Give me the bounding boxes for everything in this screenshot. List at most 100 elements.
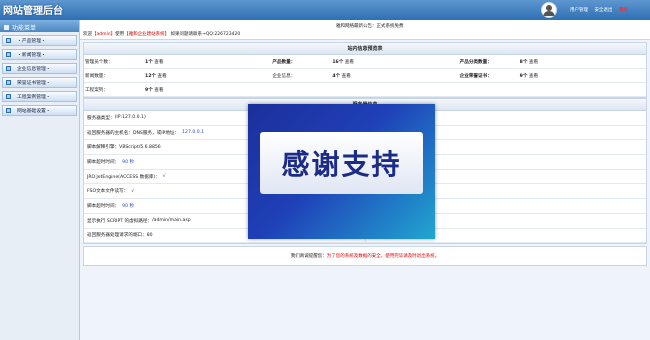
stat-value: 1个 查看 (145, 59, 163, 65)
sidebar-item-label: ・产品管理・ (17, 39, 46, 44)
header-links: 用户管理 安全退出 退出 (570, 7, 633, 13)
sidebar-item-label: ・新闻管理・ (17, 53, 46, 58)
stat-count: 1个 (145, 59, 153, 65)
sidebar-item-company-info[interactable]: 企业信息管理・ (2, 63, 77, 74)
thanks-overlay: 感谢支持 (248, 104, 435, 239)
stat-count: 4个 (332, 73, 341, 79)
sidebar-item-label: 企业信息管理・ (17, 67, 51, 72)
info-label: JRO.JetEngine(ACCESS 数据库)： (87, 174, 160, 180)
stats-cell: 管理员个数： 1个 查看 (84, 59, 271, 65)
stat-count: 12个 (145, 73, 156, 79)
stat-count: 9个 (519, 73, 528, 79)
stats-title: 站内信息预览表 (84, 43, 646, 55)
expand-icon (6, 94, 11, 99)
top-header: 网站管理后台 用户管理 安全退出 退出 (0, 0, 650, 20)
stat-count: 9个 (145, 87, 153, 93)
sidebar-item-label: 网站基础设置・ (17, 109, 51, 114)
stat-value: 9个 查看 (145, 87, 163, 93)
sidebar-header: 功能菜单 (0, 20, 79, 32)
sidebar: 功能菜单 ・产品管理・ ・新闻管理・ 企业信息管理・ 荣誉证书管理・ 工程案例管… (0, 20, 80, 340)
stat-label: 新闻数量： (85, 73, 108, 79)
sidebar-title: 功能菜单 (12, 24, 37, 32)
info-value: 80 (146, 232, 153, 238)
stat-value: 16个 查看 (332, 59, 354, 65)
user-icon (543, 5, 555, 16)
info-value: √ (162, 174, 166, 180)
user-manage-link[interactable]: 用户管理 (570, 8, 588, 13)
welcome-message: 欢迎【admin】使用【雅和企业建站系统】 如果问题请联系→QQ:2267234… (83, 31, 240, 37)
stats-cell: 企业荣誉证书： 9个 查看 (459, 73, 646, 79)
sidebar-item-news[interactable]: ・新闻管理・ (2, 49, 77, 60)
footer-warning: 为了您的系统及数据的安全，使用完毕请及时退出系统。 (326, 254, 440, 259)
stat-value: 12个 查看 (145, 73, 167, 79)
view-link[interactable]: 查看 (345, 60, 354, 65)
expand-icon (6, 80, 11, 85)
expand-icon (6, 108, 11, 113)
stat-count: 8个 (519, 59, 528, 65)
sidebar-item-certificates[interactable]: 荣誉证书管理・ (2, 77, 77, 88)
expand-icon (6, 38, 11, 43)
exit-link[interactable]: 退出 (619, 8, 628, 13)
welcome-mid: 使用 (115, 32, 125, 37)
sidebar-item-settings[interactable]: 网站基础设置・ (2, 105, 77, 116)
stats-cell: 产品数量： 16个 查看 (271, 59, 458, 65)
expand-icon (6, 66, 11, 71)
info-value: /admin/main.asp (152, 218, 191, 224)
info-value: (IP:127.0.0.1) (114, 115, 146, 121)
safe-logout-link[interactable]: 安全退出 (594, 8, 612, 13)
welcome-prefix: 欢迎 (83, 32, 92, 37)
system-notice: 雅和网络最新公告：正式系统免费 (336, 24, 404, 29)
footer-reminder: 我们真诚提醒您：为了您的系统及数据的安全，使用完毕请及时退出系统。 (83, 246, 647, 266)
sidebar-item-products[interactable]: ・产品管理・ (2, 35, 77, 46)
sidebar-item-projects[interactable]: 工程案例管理・ (2, 91, 77, 102)
view-link[interactable]: 查看 (529, 60, 538, 65)
avatar[interactable] (541, 2, 557, 18)
info-label: 返回服务器处理请求的端口： (87, 233, 147, 239)
info-value: VBScript/5.6.8856 (119, 144, 161, 150)
view-link[interactable]: 查看 (342, 74, 351, 79)
thanks-card: 感谢支持 (260, 132, 423, 194)
info-label: 服务器类型： (87, 115, 115, 121)
info-value: √ (131, 188, 135, 194)
stat-label: 产品分类数量： (459, 59, 492, 65)
welcome-contact: 如果问题请联系→QQ:226723420 (170, 32, 241, 37)
thanks-text: 感谢支持 (281, 148, 402, 181)
view-link[interactable]: 查看 (154, 88, 163, 93)
stat-label: 企业荣誉证书： (459, 73, 492, 79)
stat-value: 8个 查看 (520, 59, 538, 65)
stat-label: 管理员个数： (85, 59, 113, 65)
stats-panel: 站内信息预览表 管理员个数： 1个 查看 产品数量： 16个 查看 产品分类数量… (83, 42, 647, 98)
stat-label: 企业信息： (272, 73, 296, 79)
sidebar-item-label: 荣誉证书管理・ (17, 81, 51, 86)
info-label: 脚本超时时间： (87, 159, 120, 165)
stats-cell: 新闻数量： 12个 查看 (84, 73, 271, 79)
stats-row: 管理员个数： 1个 查看 产品数量： 16个 查看 产品分类数量： 8个 查看 (84, 55, 646, 69)
info-label: 显示执行 SCRIPT 的虚拟路径： (87, 218, 153, 224)
footer-prefix: 我们真诚提醒您： (290, 254, 327, 259)
view-link[interactable]: 查看 (529, 74, 538, 79)
info-label: 返回服务器的主机名：DNS服务，或IP地址： (87, 130, 180, 136)
stats-row: 新闻数量： 12个 查看 企业信息： 4个 查看 企业荣誉证书： 9个 查看 (84, 69, 646, 83)
info-label: 脚本解释引擎： (87, 145, 120, 151)
stat-count: 16个 (332, 59, 344, 65)
stat-value: 9个 查看 (520, 73, 538, 79)
expand-icon (6, 52, 11, 57)
info-value: 90 秒 (122, 203, 135, 209)
info-label: FSO文本文件读写： (87, 189, 129, 195)
stats-cell: 企业信息： 4个 查看 (271, 73, 458, 79)
welcome-system: 【雅和企业建站系统】 (124, 32, 170, 37)
notice-bar: 雅和网络最新公告：正式系统免费 欢迎【admin】使用【雅和企业建站系统】 如果… (80, 20, 650, 40)
app-title: 网站管理后台 (3, 6, 63, 17)
info-value: 90 秒 (122, 159, 135, 165)
stats-row: 工程案列： 9个 查看 (84, 83, 646, 97)
welcome-user: 【admin】 (92, 32, 116, 37)
stats-cell: 产品分类数量： 8个 查看 (459, 59, 646, 65)
stat-value: 4个 查看 (332, 73, 350, 79)
stat-label: 产品数量： (272, 59, 296, 65)
menu-grid-icon (4, 24, 9, 30)
view-link[interactable]: 查看 (154, 60, 163, 65)
view-link[interactable]: 查看 (157, 74, 166, 79)
sidebar-item-label: 工程案例管理・ (17, 95, 51, 100)
stat-label: 工程案列： (85, 87, 108, 93)
info-value: 127.0.0.1 (182, 130, 205, 136)
